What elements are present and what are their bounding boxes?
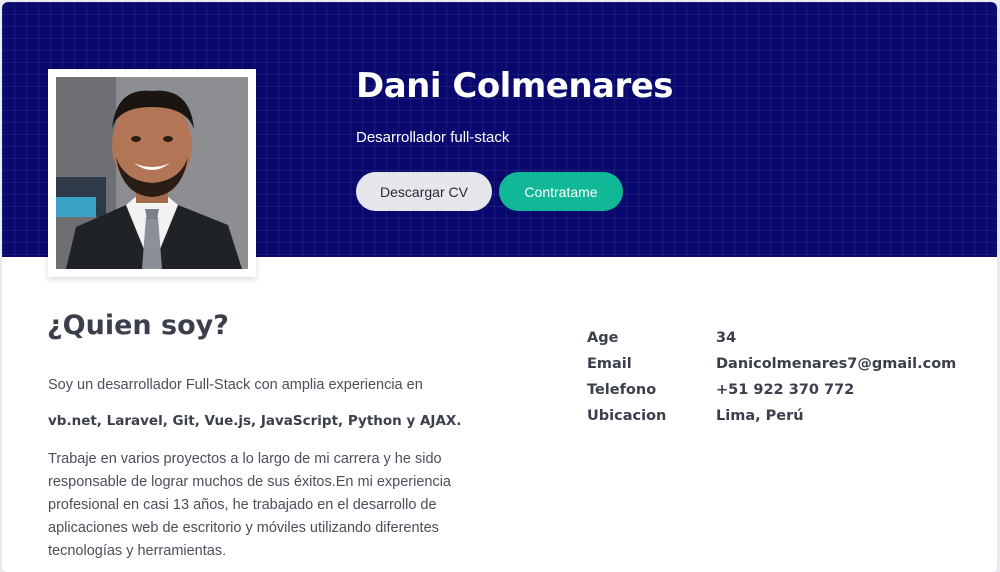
profile-name: Dani Colmenares — [356, 66, 674, 106]
person-portrait-image — [56, 77, 248, 269]
about-body-line: profesional en casi 13 años, he trabajad… — [48, 497, 437, 513]
info-row-email: Email Danicolmenares7@gmail.com — [587, 351, 956, 377]
about-body-line: aplicaciones web de escritorio y móviles… — [48, 520, 439, 536]
about-body-line: tecnologías y herramientas. — [48, 543, 227, 559]
hire-button[interactable]: Contratame — [499, 172, 623, 211]
info-label: Email — [587, 356, 632, 372]
profile-role: Desarrollador full-stack — [356, 129, 510, 146]
profile-card: Dani Colmenares Desarrollador full-stack… — [2, 2, 997, 572]
about-body-line: responsable de lograr muchos de sus éxit… — [48, 474, 451, 490]
info-row-location: Ubicacion Lima, Perú — [587, 403, 956, 429]
download-cv-button[interactable]: Descargar CV — [356, 172, 492, 211]
info-value: +51 922 370 772 — [716, 382, 855, 398]
profile-photo — [56, 77, 248, 269]
about-skills: vb.net, Laravel, Git, Vue.js, JavaScript… — [48, 413, 462, 429]
info-row-phone: Telefono +51 922 370 772 — [587, 377, 956, 403]
info-label: Ubicacion — [587, 408, 667, 424]
info-value: Lima, Perú — [716, 408, 804, 424]
info-row-age: Age 34 — [587, 325, 956, 351]
info-list: Age 34 Email Danicolmenares7@gmail.com T… — [587, 325, 956, 429]
info-label: Age — [587, 330, 619, 346]
about-heading: ¿Quien soy? — [47, 310, 229, 341]
about-intro: Soy un desarrollador Full-Stack con ampl… — [48, 377, 423, 393]
profile-photo-frame — [48, 69, 256, 277]
info-label: Telefono — [587, 382, 657, 398]
about-body-line: Trabaje en varios proyectos a lo largo d… — [48, 451, 442, 467]
info-value: Danicolmenares7@gmail.com — [716, 356, 957, 372]
info-value: 34 — [716, 330, 737, 346]
about-body: Trabaje en varios proyectos a lo largo d… — [48, 448, 488, 563]
